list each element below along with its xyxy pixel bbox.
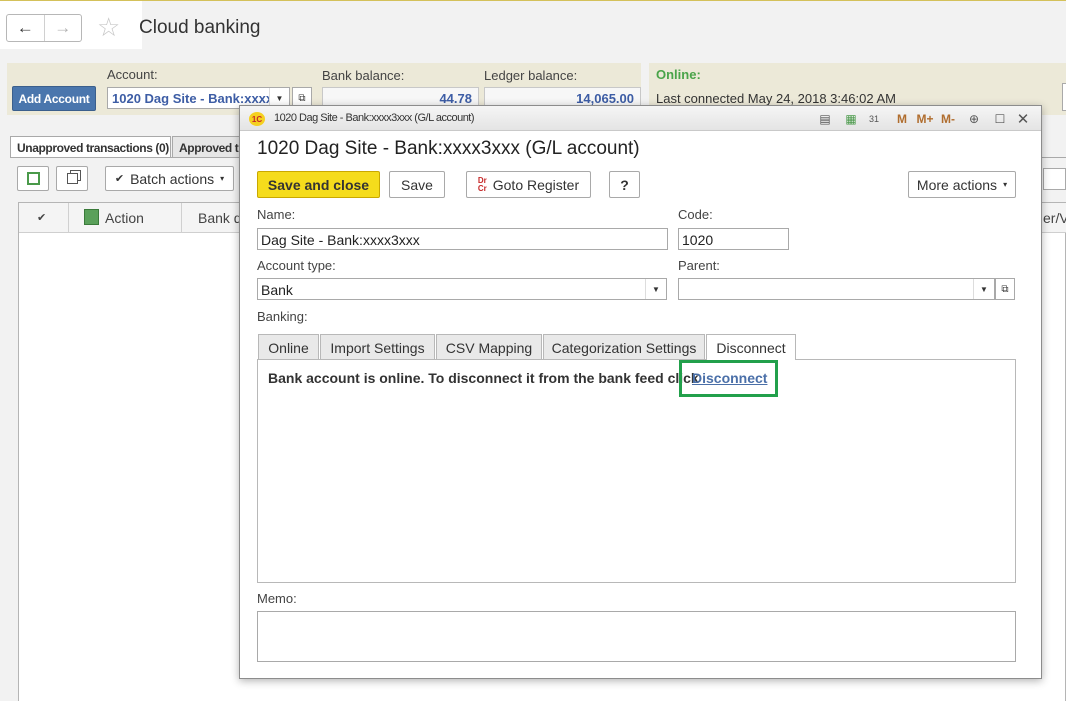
last-connected-text: Last connected May 24, 2018 3:46:02 AM: [656, 91, 896, 106]
column-divider: [181, 203, 182, 233]
code-label: Code:: [678, 207, 713, 222]
tab-online[interactable]: Online: [258, 334, 319, 360]
disconnect-message: Bank account is online. To disconnect it…: [268, 370, 699, 386]
approve-icon: [26, 172, 40, 185]
save-button[interactable]: Save: [389, 171, 445, 198]
tab-disconnect[interactable]: Disconnect: [706, 334, 796, 361]
copy-button[interactable]: [56, 166, 88, 191]
1c-logo-icon: 1C: [249, 112, 265, 126]
refresh-button[interactable]: [1062, 83, 1066, 111]
tab-categorization-settings[interactable]: Categorization Settings: [543, 334, 705, 360]
chevron-down-icon[interactable]: ▼: [645, 279, 666, 299]
bank-balance-label: Bank balance:: [322, 68, 405, 83]
checkmark-icon: ✔: [114, 173, 125, 185]
approve-selected-button[interactable]: [17, 166, 49, 191]
banking-label: Banking:: [257, 309, 308, 324]
help-button[interactable]: ?: [609, 171, 640, 198]
account-label: Account:: [107, 67, 158, 82]
chevron-down-icon: ▾: [1003, 180, 1008, 189]
column-divider: [68, 203, 69, 233]
name-label: Name:: [257, 207, 296, 222]
parent-value: [679, 279, 973, 299]
more-actions-button[interactable]: More actions ▾: [908, 171, 1016, 198]
online-status-label: Online:: [656, 67, 701, 82]
parent-select[interactable]: ▼: [678, 278, 995, 300]
more-actions-label: More actions: [916, 176, 998, 193]
copy-icon: [66, 173, 78, 184]
memo-field[interactable]: [257, 611, 1016, 662]
page-title: Cloud banking: [139, 17, 261, 38]
goto-register-label: Goto Register: [492, 176, 580, 193]
zoom-icon[interactable]: ⊕: [965, 111, 983, 127]
disconnect-link[interactable]: Disconnect: [692, 370, 767, 386]
dialog-window-title: 1020 Dag Site - Bank:xxxx3xxx (G/L accou…: [274, 112, 475, 124]
maximize-icon[interactable]: ☐: [991, 111, 1009, 127]
ledger-balance-label: Ledger balance:: [484, 68, 578, 83]
tab-approved[interactable]: Approved transactions: [172, 136, 242, 158]
search-field[interactable]: [1043, 168, 1066, 190]
account-type-value: Bank: [261, 282, 293, 298]
add-account-button[interactable]: Add Account: [12, 86, 96, 111]
column-customer-vendor[interactable]: er/V: [1043, 210, 1066, 226]
print-icon[interactable]: ▤: [816, 111, 834, 127]
select-all-checkmark-icon[interactable]: ✔: [37, 211, 46, 224]
open-parent-icon[interactable]: ⧉: [995, 278, 1015, 300]
tab-csv-mapping[interactable]: CSV Mapping: [436, 334, 542, 360]
close-icon[interactable]: ✕: [1014, 111, 1032, 128]
account-type-label: Account type:: [257, 258, 336, 273]
chevron-down-icon: ▾: [220, 174, 225, 183]
column-action[interactable]: Action: [105, 210, 144, 226]
account-type-select[interactable]: Bank ▼: [257, 278, 667, 300]
memory-plus-icon[interactable]: M+: [914, 111, 936, 127]
spreadsheet-icon[interactable]: ▦: [842, 111, 860, 127]
save-and-close-button[interactable]: Save and close: [257, 171, 380, 198]
nav-buttons: ← →: [6, 14, 82, 42]
forward-arrow-icon[interactable]: →: [45, 15, 82, 41]
dialog-heading: 1020 Dag Site - Bank:xxxx3xxx (G/L accou…: [257, 138, 640, 159]
memory-minus-icon[interactable]: M-: [937, 111, 959, 127]
batch-actions-label: Batch actions: [130, 170, 215, 187]
batch-actions-button[interactable]: ✔ Batch actions ▾: [105, 166, 234, 191]
calendar-icon[interactable]: 31: [865, 111, 883, 127]
dr-cr-icon: Dr Cr: [477, 175, 487, 193]
code-field[interactable]: 1020: [678, 228, 789, 250]
action-doc-icon: [84, 209, 99, 225]
memory-icon[interactable]: M: [893, 111, 911, 127]
chevron-down-icon[interactable]: ▼: [973, 279, 994, 299]
parent-label: Parent:: [678, 258, 720, 273]
goto-register-button[interactable]: Dr Cr Goto Register: [466, 171, 591, 198]
tab-unapproved[interactable]: Unapproved transactions (0): [10, 136, 171, 158]
name-field[interactable]: Dag Site - Bank:xxxx3xxx: [257, 228, 668, 250]
disconnect-tab-panel: [257, 359, 1016, 583]
tab-import-settings[interactable]: Import Settings: [320, 334, 435, 360]
favorite-star-icon[interactable]: ☆: [97, 12, 120, 43]
memo-label: Memo:: [257, 591, 297, 606]
back-arrow-icon[interactable]: ←: [7, 15, 45, 41]
